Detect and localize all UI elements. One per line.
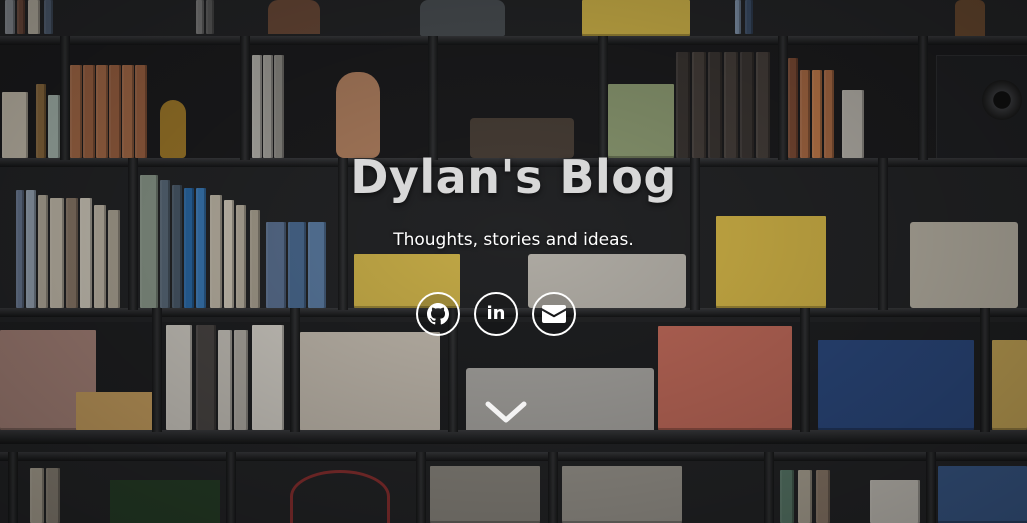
github-icon xyxy=(427,303,449,325)
hero-content: Dylan's Blog Thoughts, stories and ideas… xyxy=(0,0,1027,523)
scroll-down-button[interactable] xyxy=(484,394,528,430)
envelope-icon xyxy=(542,305,566,323)
github-link-button[interactable] xyxy=(416,292,460,336)
email-link-button[interactable] xyxy=(532,292,576,336)
blog-tagline: Thoughts, stories and ideas. xyxy=(393,230,634,250)
linkedin-icon: in xyxy=(486,303,506,324)
blog-title[interactable]: Dylan's Blog xyxy=(0,150,1027,204)
linkedin-link-button[interactable]: in xyxy=(474,292,518,336)
social-links: in xyxy=(416,292,576,336)
chevron-down-icon xyxy=(485,401,527,423)
hero-section: Dylan's Blog Thoughts, stories and ideas… xyxy=(0,0,1027,523)
